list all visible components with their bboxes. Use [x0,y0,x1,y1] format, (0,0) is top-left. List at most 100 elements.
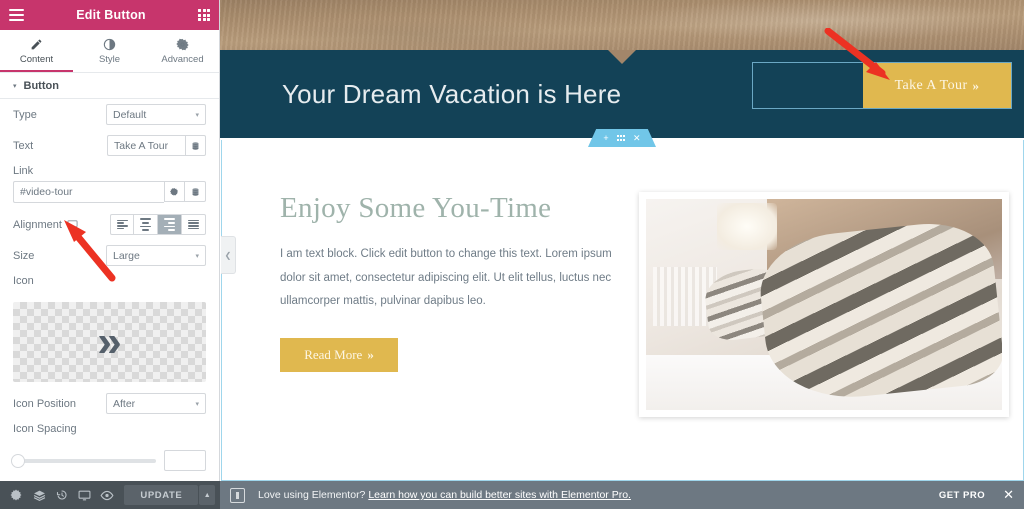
beach-background-image [220,0,1024,50]
control-type: Type Default ▾ [0,99,219,130]
contrast-icon [103,38,116,50]
close-icon[interactable]: ✕ [1003,487,1014,503]
desktop-icon[interactable] [67,219,78,230]
database-icon [192,187,198,196]
align-justify-button[interactable] [182,214,206,235]
double-chevron-right-icon: » [972,77,980,93]
settings-gear-icon[interactable] [5,481,28,509]
tab-content[interactable]: Content [0,30,73,72]
icon-position-select[interactable]: After ▾ [106,393,206,414]
double-chevron-right-icon: » [367,346,374,362]
panel-header: Edit Button [0,0,219,30]
chevron-down-icon: ▾ [13,82,17,90]
elementor-promo-bar: Love using Elementor? Learn how you can … [220,481,1024,509]
link-options-button[interactable] [164,181,185,202]
promo-link[interactable]: Learn how you can build better sites wit… [368,489,631,501]
alignment-button-group [110,214,206,235]
history-icon[interactable] [50,481,73,509]
icon-spacing-slider-row [0,450,219,471]
gear-icon [176,38,189,50]
take-a-tour-button[interactable]: Take A Tour » [863,63,1011,108]
type-value: Default [113,108,147,121]
slider-knob[interactable] [11,453,25,468]
get-pro-button[interactable]: GET PRO [939,490,985,501]
add-section-icon[interactable]: + [603,133,608,143]
tab-advanced-label: Advanced [161,53,204,65]
grid-icon[interactable] [198,9,210,21]
hero-section[interactable]: Your Dream Vacation is Here Take A Tour … [220,50,1024,138]
tab-style-label: Style [98,53,121,65]
button-text-input[interactable] [107,135,185,156]
control-icon-position: Icon Position After ▾ [0,388,219,419]
close-section-icon[interactable]: ✕ [633,133,641,144]
take-a-tour-label: Take A Tour [894,77,968,93]
hero-button-spacer [753,63,863,108]
double-chevron-right-icon: » [97,317,122,366]
link-input[interactable] [13,181,164,203]
content-heading: Enjoy Some You-Time [280,192,552,224]
link-dynamic-tags-button[interactable] [185,181,206,202]
preview-eye-icon[interactable] [96,481,119,509]
drag-handle-icon[interactable] [616,135,626,141]
pencil-icon [31,39,42,49]
align-center-button[interactable] [134,214,158,235]
section-toolbar: + ✕ [588,129,656,147]
control-size: Size Large ▾ [0,240,219,271]
panel-title: Edit Button [76,8,146,22]
size-label: Size [13,249,35,262]
alignment-label: Alignment [13,218,62,231]
content-column-right [638,192,1023,480]
update-options-caret[interactable]: ▲ [199,485,215,505]
pillow-image-frame[interactable] [638,192,1009,417]
icon-spacing-number-input[interactable] [164,450,206,471]
hamburger-menu-icon[interactable] [9,9,24,21]
type-label: Type [13,108,37,121]
chevron-down-icon: ▾ [195,111,199,119]
promo-text: Love using Elementor? Learn how you can … [258,489,631,501]
update-button[interactable]: UPDATE [124,485,199,505]
align-right-button[interactable] [158,214,182,235]
promo-text-prefix: Love using Elementor? [258,489,366,501]
chevron-down-icon: ▾ [195,400,199,408]
control-link: Link [0,161,219,203]
hero-button-widget[interactable]: Take A Tour » [752,62,1012,109]
link-label: Link [13,165,34,177]
icon-preview[interactable]: » [13,302,206,382]
control-icon-spacing: Icon Spacing [0,419,219,450]
chevron-left-icon: ❮ [224,250,232,260]
link-input-row [13,181,206,203]
lamp-shape [716,203,778,250]
pillow-image [645,199,1002,410]
text-dynamic-tags-button[interactable] [185,135,206,156]
layers-icon[interactable] [28,481,51,509]
size-select[interactable]: Large ▾ [106,245,206,266]
content-column-left: Enjoy Some You-Time I am text block. Cli… [222,192,639,480]
icon-spacing-label: Icon Spacing [13,423,77,435]
size-value: Large [113,249,140,262]
elementor-badge-icon [230,487,245,503]
tab-content-label: Content [19,53,54,65]
panel-tabs: Content Style Advanced [0,30,219,73]
alignment-label-wrap: Alignment [13,219,110,231]
icon-spacing-slider[interactable] [11,453,156,468]
tab-advanced[interactable]: Advanced [146,30,219,72]
control-text: Text [0,130,219,161]
text-input-row [107,135,206,156]
tab-style[interactable]: Style [73,30,146,72]
panel-collapse-handle[interactable]: ❮ [221,236,236,274]
content-section[interactable]: Enjoy Some You-Time I am text block. Cli… [221,140,1024,481]
section-header-button[interactable]: ▾ Button [0,73,219,99]
hero-title: Your Dream Vacation is Here [282,78,622,109]
responsive-mode-icon[interactable] [73,481,96,509]
section-title: Button [23,79,59,92]
icon-label: Icon [13,275,34,287]
text-label: Text [13,139,34,152]
database-icon [192,141,199,150]
chevron-down-icon: ▾ [195,252,199,260]
icon-position-label: Icon Position [13,397,76,410]
control-alignment: Alignment [0,209,219,240]
control-icon: Icon [0,271,219,302]
align-left-button[interactable] [110,214,134,235]
type-select[interactable]: Default ▾ [106,104,206,125]
read-more-button[interactable]: Read More » [280,337,398,372]
